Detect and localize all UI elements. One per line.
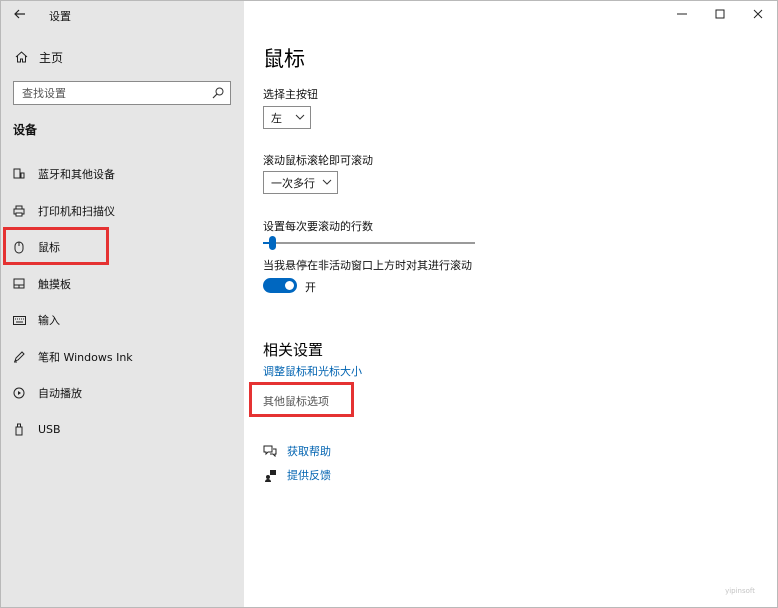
home-icon: [14, 51, 28, 63]
primary-button-label: 选择主按钮: [263, 88, 318, 101]
autoplay-icon: [12, 387, 26, 399]
touchpad-icon: [12, 278, 26, 289]
main-content: 鼠标 选择主按钮 左 滚动鼠标滚轮即可滚动 一次多行 设置每次要滚动的行数 当我…: [244, 1, 777, 607]
toggle-state-label: 开: [305, 281, 316, 294]
sidebar-item-home[interactable]: 主页: [1, 43, 244, 71]
slider-track: [263, 242, 475, 244]
resize-pointer-link[interactable]: 调整鼠标和光标大小: [263, 363, 362, 379]
pen-icon: [12, 351, 26, 363]
inactive-scroll-label: 当我悬停在非活动窗口上方时对其进行滚动: [263, 259, 472, 272]
lines-slider-label: 设置每次要滚动的行数: [263, 220, 373, 233]
sidebar-item-label: USB: [38, 423, 61, 437]
sidebar: 设置 主页 设备 蓝牙和其他设备: [1, 1, 244, 607]
sidebar-item-label: 自动播放: [38, 387, 82, 401]
scroll-wheel-label: 滚动鼠标滚轮即可滚动: [263, 154, 373, 167]
watermark: yipinsoft: [725, 587, 755, 595]
additional-mouse-options-link[interactable]: 其他鼠标选项: [263, 393, 329, 409]
home-label: 主页: [39, 50, 64, 65]
sidebar-item-label: 鼠标: [38, 241, 60, 255]
feedback-icon: [263, 469, 277, 482]
dropdown-value: 一次多行: [271, 176, 315, 190]
keyboard-icon: [12, 315, 26, 325]
sidebar-item-typing[interactable]: 输入: [1, 302, 244, 339]
help-chat-icon: [263, 445, 277, 457]
dropdown-value: 左: [271, 111, 282, 125]
sidebar-item-pen[interactable]: 笔和 Windows Ink: [1, 339, 244, 376]
search-box: [13, 81, 231, 105]
sidebar-item-label: 蓝牙和其他设备: [38, 168, 115, 182]
app-title: 设置: [49, 10, 71, 23]
sidebar-nav: 蓝牙和其他设备 打印机和扫描仪 鼠标 触摸板 输入 笔和 Windows Ink…: [1, 156, 244, 448]
sidebar-item-label: 笔和 Windows Ink: [38, 350, 133, 364]
sidebar-item-mouse[interactable]: 鼠标: [1, 229, 244, 266]
primary-button-dropdown[interactable]: 左: [263, 106, 311, 129]
back-button[interactable]: [9, 3, 31, 25]
inactive-scroll-toggle[interactable]: [263, 278, 297, 293]
get-help-label: 获取帮助: [287, 445, 331, 458]
sidebar-item-bluetooth[interactable]: 蓝牙和其他设备: [1, 156, 244, 193]
sidebar-item-autoplay[interactable]: 自动播放: [1, 375, 244, 412]
give-feedback-label: 提供反馈: [287, 469, 331, 482]
sidebar-item-touchpad[interactable]: 触摸板: [1, 266, 244, 303]
sidebar-item-label: 输入: [38, 314, 60, 328]
scroll-wheel-dropdown[interactable]: 一次多行: [263, 171, 338, 194]
get-help-link[interactable]: 获取帮助: [263, 443, 331, 459]
sidebar-item-label: 触摸板: [38, 277, 71, 291]
search-icon[interactable]: [212, 87, 224, 99]
section-title: 设备: [13, 123, 38, 137]
give-feedback-link[interactable]: 提供反馈: [263, 467, 331, 483]
arrow-left-icon: [14, 9, 25, 19]
lines-slider[interactable]: [263, 236, 475, 251]
toggle-knob: [285, 281, 294, 290]
sidebar-item-label: 打印机和扫描仪: [38, 204, 115, 218]
sidebar-item-printers[interactable]: 打印机和扫描仪: [1, 193, 244, 230]
page-title: 鼠标: [263, 47, 305, 71]
printer-icon: [12, 205, 26, 217]
chevron-down-icon: [295, 114, 305, 120]
usb-icon: [12, 423, 26, 436]
slider-thumb[interactable]: [269, 236, 276, 250]
chevron-down-icon: [322, 179, 332, 185]
sidebar-item-usb[interactable]: USB: [1, 412, 244, 449]
settings-window: 设置 主页 设备 蓝牙和其他设备: [0, 0, 778, 608]
related-settings-heading: 相关设置: [263, 341, 324, 359]
bluetooth-devices-icon: [12, 168, 26, 180]
search-input[interactable]: [14, 86, 204, 100]
mouse-icon: [12, 241, 26, 254]
